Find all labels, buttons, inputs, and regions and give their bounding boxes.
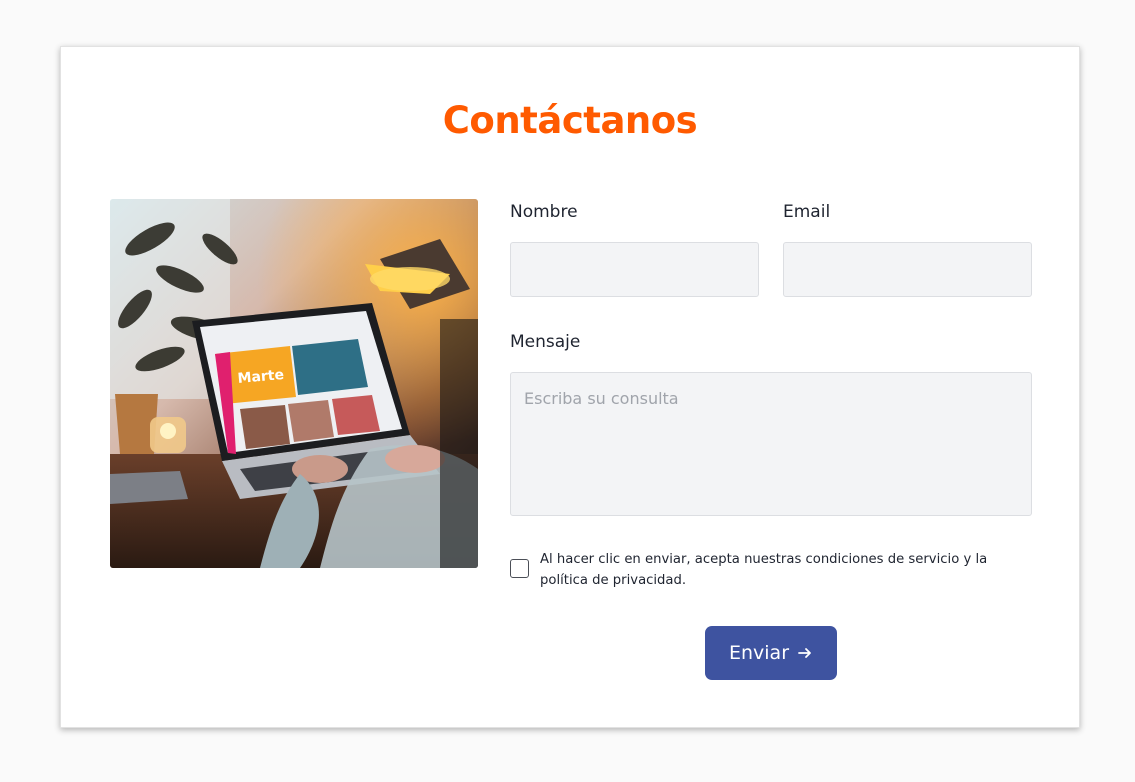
contact-photo: Marte	[110, 199, 478, 568]
page-title: Contáctanos	[442, 99, 698, 142]
submit-button[interactable]: Enviar	[705, 626, 837, 680]
email-input[interactable]	[783, 242, 1032, 297]
consent-checkbox[interactable]	[510, 559, 529, 578]
arrow-right-icon	[797, 645, 813, 661]
consent-text: Al hacer clic en enviar, acepta nuestras…	[540, 552, 988, 588]
email-label: Email	[783, 202, 831, 222]
contact-card: Contáctanos Marte Nombre Email Mensaje E…	[60, 46, 1080, 728]
message-textarea[interactable]	[510, 372, 1032, 516]
name-label: Nombre	[510, 202, 578, 222]
message-label: Mensaje	[510, 332, 581, 352]
submit-label: Enviar	[728, 642, 790, 664]
name-input[interactable]	[510, 242, 759, 297]
